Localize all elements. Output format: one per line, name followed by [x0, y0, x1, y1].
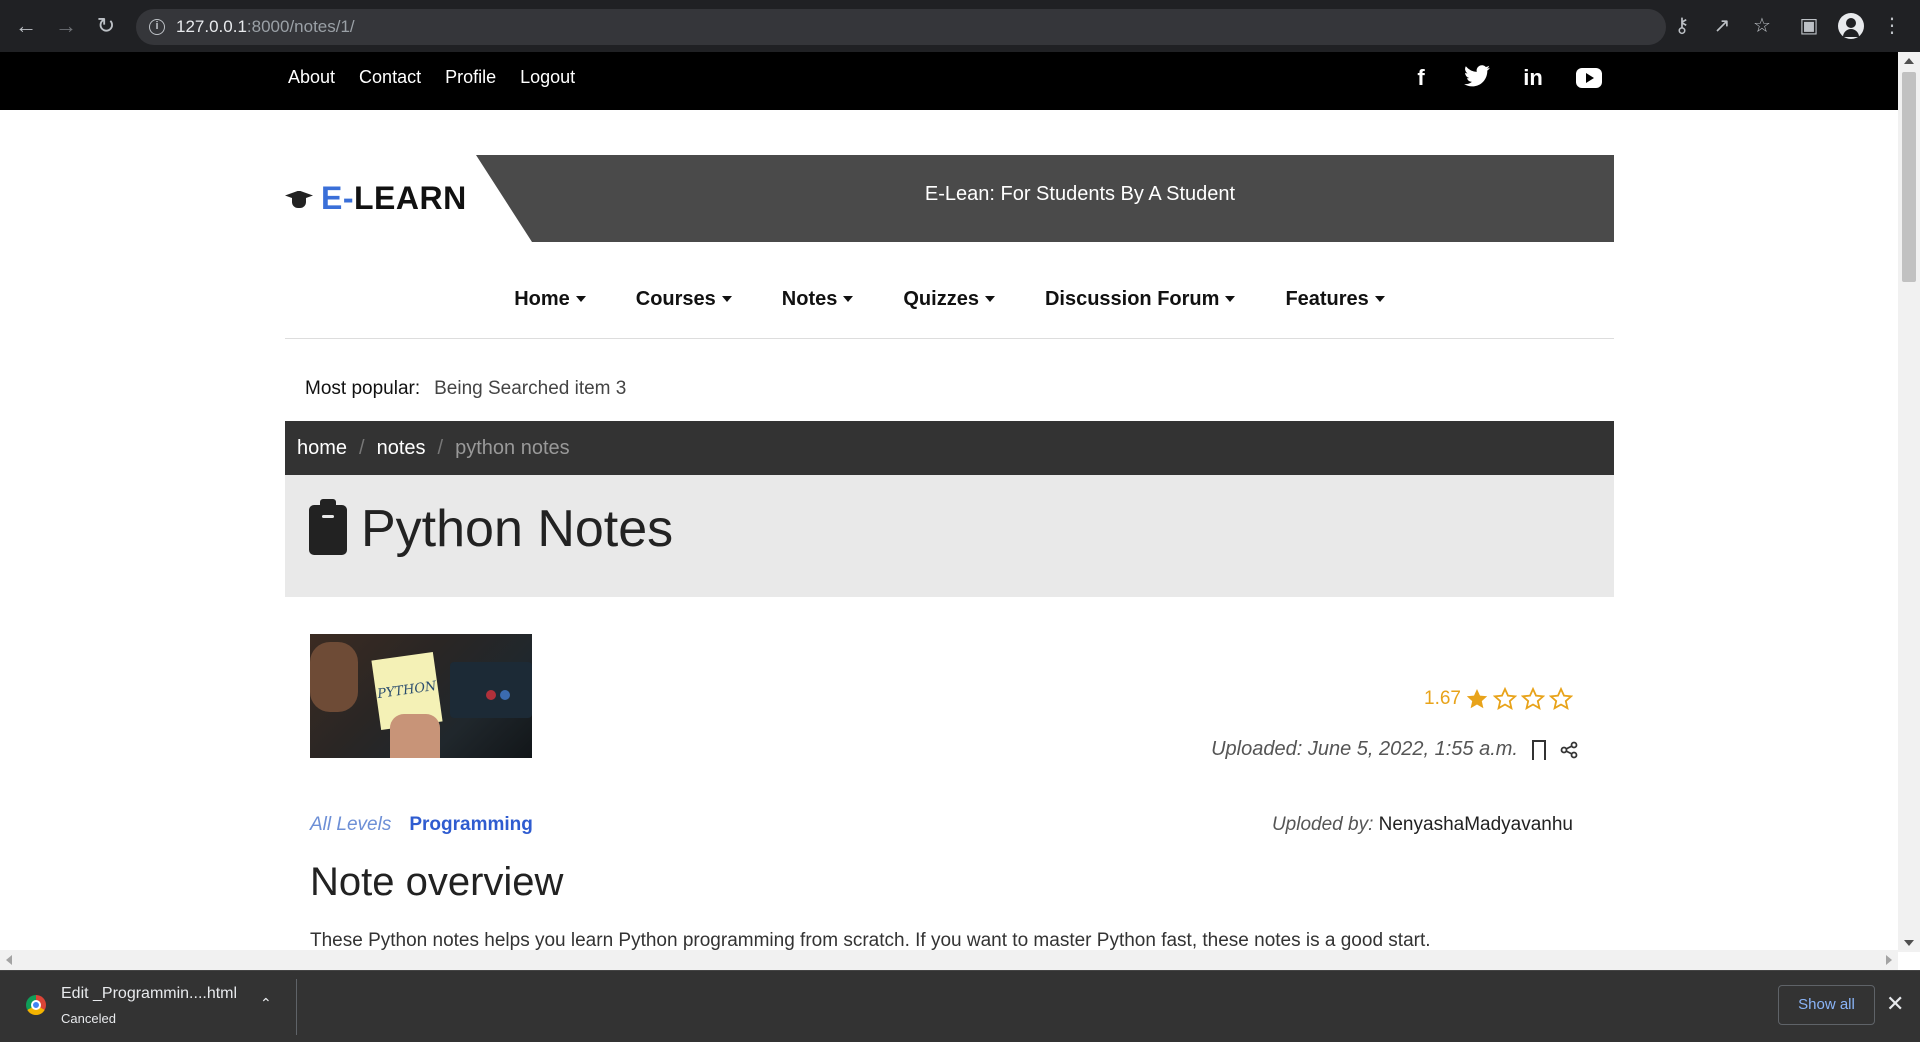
breadcrumb-notes[interactable]: notes [377, 437, 426, 460]
nav-item-features[interactable]: Features [1285, 284, 1385, 314]
bookmark-icon[interactable] [1532, 739, 1546, 766]
graduation-cap-icon [285, 189, 313, 209]
caret-down-icon [1225, 296, 1236, 302]
level-tag[interactable]: All Levels [310, 814, 391, 835]
note-thumbnail[interactable]: PYTHON [310, 634, 532, 758]
share-icon[interactable] [1560, 741, 1578, 759]
caret-down-icon [721, 296, 732, 302]
caret-down-icon [843, 296, 854, 302]
main-nav: Home Courses Notes Quizzes Discussion Fo… [285, 272, 1614, 339]
browser-toolbar: ← → ↻ i 127.0.0.1:8000/notes/1/ ⚷ ↗ ☆ ▣ … [0, 0, 1920, 52]
share-page-icon[interactable]: ↗ [1708, 12, 1736, 40]
nav-item-discussion-forum[interactable]: Discussion Forum [1045, 284, 1236, 314]
profile-link[interactable]: Profile [445, 67, 496, 88]
show-all-button[interactable]: Show all [1778, 985, 1875, 1025]
contact-link[interactable]: Contact [359, 67, 421, 88]
url-path: :8000/notes/1/ [246, 17, 355, 36]
caret-down-icon [575, 296, 586, 302]
about-link[interactable]: About [288, 67, 335, 88]
upload-date: Uploaded: June 5, 2022, 1:55 a.m. [1211, 738, 1518, 760]
download-shelf: Edit _Programmin....html Canceled ⌃ Show… [0, 970, 1920, 1042]
reload-icon[interactable]: ↻ [92, 12, 120, 40]
star-empty-icon[interactable] [1493, 687, 1517, 711]
breadcrumb-current: python notes [455, 436, 570, 459]
overview-heading: Note overview [310, 860, 564, 904]
tagline-banner: E-Lean: For Students By A Student [476, 155, 1614, 242]
clipboard-icon [309, 499, 347, 555]
download-filename[interactable]: Edit _Programmin....html [61, 985, 237, 1003]
close-icon[interactable]: ✕ [1886, 991, 1904, 1017]
top-links: About Contact Profile Logout [288, 67, 575, 88]
download-status: Canceled [61, 1011, 116, 1026]
scrollbar-thumb[interactable] [1902, 72, 1916, 282]
uploader-label: Uploded by: [1271, 814, 1374, 835]
chevron-up-icon[interactable]: ⌃ [260, 995, 272, 1012]
social-links: f in [1408, 65, 1602, 91]
rating-value: 1.67 [1424, 688, 1461, 709]
page-viewport: About Contact Profile Logout f in E-LEAR… [0, 52, 1898, 952]
most-popular-item[interactable]: Being Searched item 3 [434, 378, 626, 399]
vertical-scrollbar[interactable] [1898, 52, 1920, 952]
breadcrumb-home[interactable]: home [297, 437, 347, 460]
key-icon[interactable]: ⚷ [1668, 12, 1696, 40]
uploader-name[interactable]: NenyashaMadyavanhu [1379, 814, 1573, 835]
chrome-file-icon [26, 995, 46, 1015]
menu-kebab-icon[interactable]: ⋮ [1878, 12, 1906, 40]
scroll-down-icon[interactable] [1904, 940, 1914, 946]
page-title: Python Notes [361, 500, 674, 558]
overview-text: These Python notes helps you learn Pytho… [310, 930, 1431, 951]
upload-info: Uploaded: June 5, 2022, 1:55 a.m. [1211, 738, 1578, 766]
note-tags: All Levels Programming [310, 814, 533, 836]
info-icon[interactable]: i [149, 19, 165, 35]
forward-arrow-icon[interactable]: → [52, 12, 80, 40]
brand-name: E-LEARN [321, 180, 467, 216]
horizontal-scrollbar[interactable] [0, 950, 1898, 970]
scroll-right-icon[interactable] [1886, 955, 1892, 965]
site-logo[interactable]: E-LEARN [285, 180, 467, 217]
uploader-info: Uploded by: NenyashaMadyavanhu [1272, 814, 1573, 836]
star-filled-icon[interactable] [1465, 687, 1489, 711]
twitter-icon[interactable] [1464, 65, 1490, 91]
rating: 1.67 [1424, 687, 1573, 711]
nav-item-notes[interactable]: Notes [782, 284, 854, 314]
star-empty-icon[interactable] [1549, 687, 1573, 711]
youtube-icon[interactable] [1576, 68, 1602, 88]
profile-avatar-icon[interactable] [1838, 13, 1864, 39]
scroll-up-icon[interactable] [1904, 58, 1914, 64]
nav-item-courses[interactable]: Courses [636, 284, 732, 314]
bookmark-star-icon[interactable]: ☆ [1748, 12, 1776, 40]
facebook-icon[interactable]: f [1408, 65, 1434, 91]
top-bar: About Contact Profile Logout f in [0, 52, 1898, 110]
tagline-text: E-Lean: For Students By A Student [924, 183, 1236, 205]
side-panel-icon[interactable]: ▣ [1795, 12, 1823, 40]
scroll-left-icon[interactable] [6, 955, 12, 965]
caret-down-icon [1374, 296, 1385, 302]
logout-link[interactable]: Logout [520, 67, 575, 88]
most-popular: Most popular: Being Searched item 3 [305, 378, 626, 400]
linkedin-icon[interactable]: in [1520, 65, 1546, 91]
most-popular-label: Most popular: [305, 378, 421, 399]
page-title-band: Python Notes [285, 475, 1614, 597]
caret-down-icon [984, 296, 995, 302]
nav-item-home[interactable]: Home [514, 284, 586, 314]
star-empty-icon[interactable] [1521, 687, 1545, 711]
back-arrow-icon[interactable]: ← [12, 12, 40, 40]
breadcrumb: home / notes / python notes [285, 421, 1614, 475]
nav-item-quizzes[interactable]: Quizzes [903, 284, 995, 314]
address-bar[interactable]: i 127.0.0.1:8000/notes/1/ [136, 9, 1666, 45]
url-host: 127.0.0.1 [176, 17, 247, 36]
category-tag[interactable]: Programming [409, 814, 533, 835]
